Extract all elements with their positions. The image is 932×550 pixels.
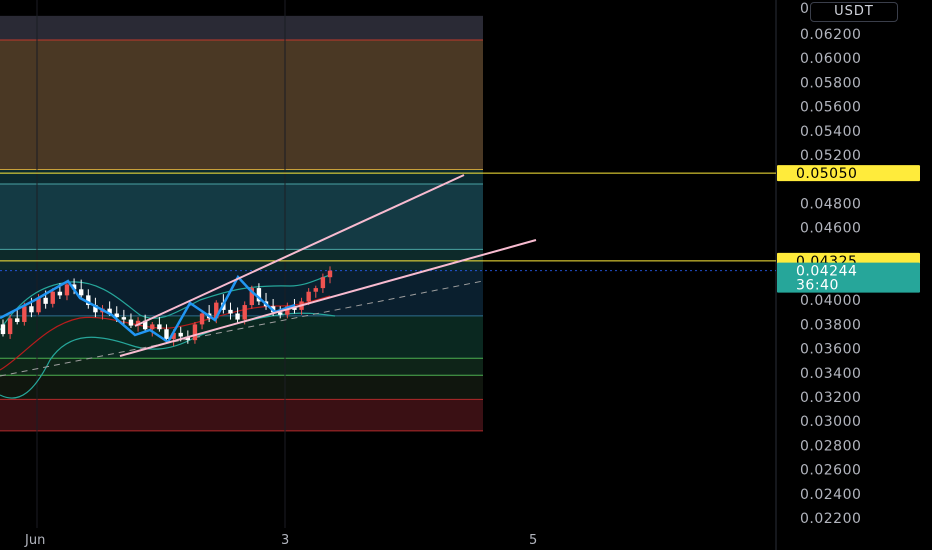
candle-body xyxy=(7,318,13,335)
last-price-label: 0.0424436:40 xyxy=(777,262,920,294)
x-tick-label: Jun xyxy=(24,533,45,548)
y-tick-label: 0.05200 xyxy=(800,148,861,164)
x-tick-label: 5 xyxy=(529,533,537,548)
y-tick-label: 0.06200 xyxy=(800,27,861,43)
y-tick-label: 0.06000 xyxy=(800,51,861,67)
candle-body xyxy=(128,319,134,326)
candle-body xyxy=(157,324,162,330)
y-tick-label: 0.03000 xyxy=(800,414,861,430)
y-tick-label: 0.02400 xyxy=(800,487,861,503)
candle-body xyxy=(29,306,34,313)
zone-4 xyxy=(0,249,483,270)
x-tick-label: 3 xyxy=(281,533,289,548)
candle-body xyxy=(235,313,240,320)
candle-body xyxy=(0,324,6,335)
y-tick-label: 0.04800 xyxy=(800,196,861,212)
candle-body xyxy=(320,277,326,289)
candle-body xyxy=(43,297,48,304)
y-tick-label: 0.05800 xyxy=(800,75,861,91)
y-tick-label: 0.03600 xyxy=(800,342,861,358)
candle-body xyxy=(150,324,155,330)
y-tick-label: 0.05400 xyxy=(800,124,861,140)
candle-body xyxy=(64,284,70,296)
y-tick-label: 0.02800 xyxy=(800,438,861,454)
candle-body xyxy=(178,332,183,337)
candle-body xyxy=(313,288,318,292)
zone-2 xyxy=(0,169,483,185)
y-tick-label: 0.02200 xyxy=(800,511,861,527)
candle-body xyxy=(50,291,55,304)
candle-body xyxy=(57,291,63,296)
candle-body xyxy=(192,324,198,341)
candle-body xyxy=(22,306,27,322)
y-tick-label: 0.02600 xyxy=(800,463,861,479)
zone-8 xyxy=(0,375,483,400)
y-tick-label: 0.03400 xyxy=(800,366,861,382)
candle-body xyxy=(78,289,84,296)
zone-3 xyxy=(0,184,483,250)
price-label-text: 0.05050 xyxy=(796,166,857,182)
candle-body xyxy=(121,317,127,320)
y-tick-label: 0.03200 xyxy=(800,390,861,406)
zone-0 xyxy=(0,15,483,41)
candle-body xyxy=(228,309,233,314)
y-tick-label: 0.04000 xyxy=(800,293,861,309)
zone-1 xyxy=(0,40,483,170)
countdown-text: 36:40 xyxy=(796,278,839,294)
currency-selector[interactable]: USDT xyxy=(810,2,898,22)
level-price-label: 0.05050 xyxy=(777,165,920,182)
y-tick-label: 0.03800 xyxy=(800,317,861,333)
y-tick-label: 0.05600 xyxy=(800,100,861,116)
price-chart[interactable]: 0.06200 0.06000 0.05800 0.05600 0.05400 0.052… xyxy=(0,0,932,550)
y-tick-label: 0.04600 xyxy=(800,221,861,237)
zone-9 xyxy=(0,399,483,431)
candle-body xyxy=(327,270,333,278)
zone-7 xyxy=(0,358,483,376)
candle-body xyxy=(242,305,247,320)
candle-body xyxy=(164,329,169,339)
candle-body xyxy=(15,318,20,322)
candle-body xyxy=(199,313,205,325)
candle-body xyxy=(306,291,311,302)
